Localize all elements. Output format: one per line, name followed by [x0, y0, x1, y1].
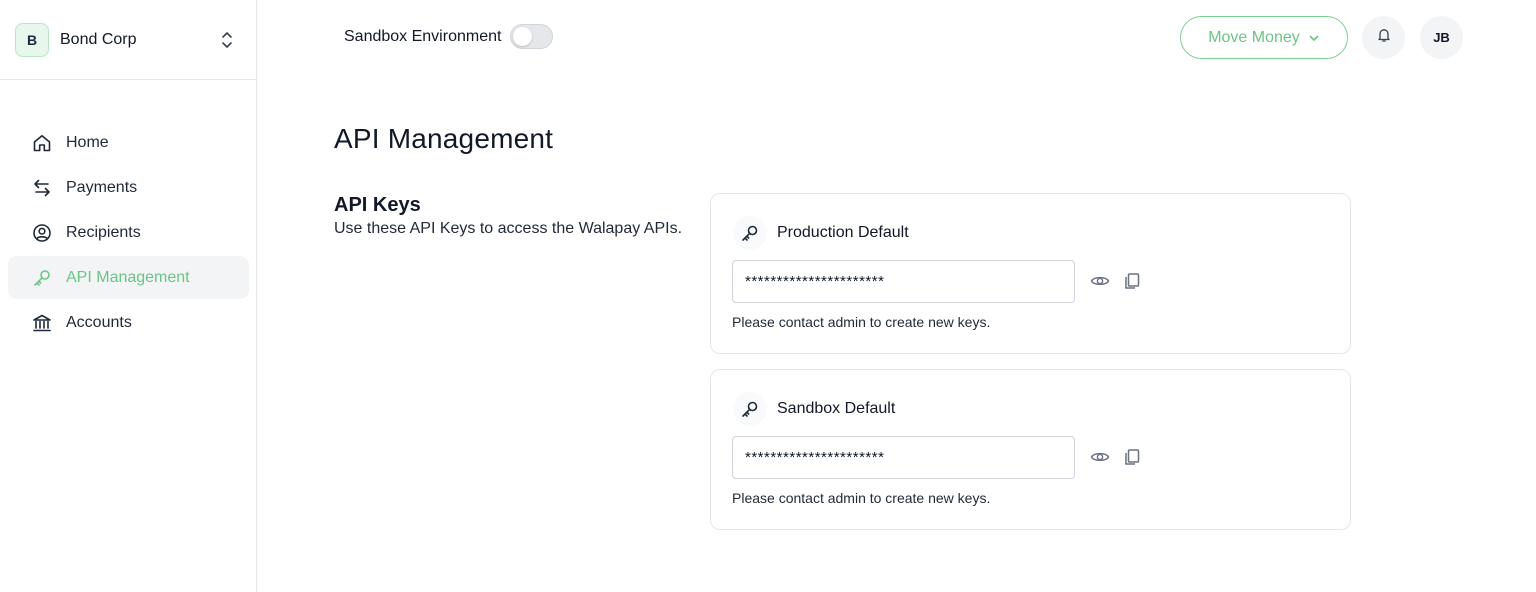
key-actions: [1089, 446, 1153, 468]
sidebar-item-home[interactable]: Home: [8, 121, 249, 164]
key-name: Sandbox Default: [777, 400, 896, 417]
sidebar-item-label: Recipients: [66, 223, 141, 241]
key-icon: [733, 216, 767, 250]
key-icon: [733, 392, 767, 426]
bank-icon: [31, 312, 53, 334]
key-card-header: Production Default: [733, 216, 909, 250]
sidebar-item-accounts[interactable]: Accounts: [8, 301, 249, 344]
transfer-arrows-icon: [31, 177, 53, 199]
sidebar-item-recipients[interactable]: Recipients: [8, 211, 249, 254]
api-key-field[interactable]: [732, 436, 1075, 479]
home-icon: [31, 132, 53, 154]
org-switcher[interactable]: B Bond Corp: [0, 0, 256, 80]
copy-icon[interactable]: [1121, 446, 1143, 468]
api-key-field[interactable]: [732, 260, 1075, 303]
copy-icon[interactable]: [1121, 270, 1143, 292]
section-description: Use these API Keys to access the Walapay…: [334, 220, 683, 237]
user-avatar[interactable]: JB: [1420, 16, 1463, 59]
key-name: Production Default: [777, 224, 909, 241]
notifications-button[interactable]: [1362, 16, 1405, 59]
chevron-down-icon: [1308, 32, 1320, 44]
page-title: API Management: [334, 123, 554, 154]
eye-icon[interactable]: [1089, 270, 1111, 292]
user-circle-icon: [31, 222, 53, 244]
sidebar: B Bond Corp Home Payments Recipients API…: [0, 0, 257, 592]
key-actions: [1089, 270, 1153, 292]
toggle-knob: [513, 27, 533, 46]
move-money-label: Move Money: [1208, 28, 1300, 46]
sidebar-item-label: Payments: [66, 178, 138, 196]
api-key-card: Production Default Please contact admin …: [710, 193, 1351, 354]
org-avatar: B: [15, 22, 49, 57]
key-icon: [31, 267, 53, 289]
org-name: Bond Corp: [60, 30, 137, 48]
move-money-button[interactable]: Move Money: [1180, 16, 1348, 59]
sandbox-label: Sandbox Environment: [344, 27, 502, 45]
api-key-card: Sandbox Default Please contact admin to …: [710, 369, 1351, 530]
key-card-header: Sandbox Default: [733, 392, 895, 426]
eye-icon[interactable]: [1089, 446, 1111, 468]
key-note: Please contact admin to create new keys.: [732, 314, 991, 330]
sidebar-nav: Home Payments Recipients API Management …: [8, 121, 249, 346]
top-bar: Sandbox Environment Move Money JB: [257, 0, 1536, 76]
sidebar-item-payments[interactable]: Payments: [8, 166, 249, 209]
sidebar-item-api-management[interactable]: API Management: [8, 256, 249, 299]
key-note: Please contact admin to create new keys.: [732, 490, 991, 506]
sidebar-item-label: API Management: [66, 268, 190, 286]
sidebar-item-label: Accounts: [66, 313, 132, 331]
sidebar-item-label: Home: [66, 133, 109, 151]
sandbox-toggle[interactable]: [510, 24, 554, 49]
chevron-up-down-icon[interactable]: [217, 28, 237, 52]
sandbox-environment-control: Sandbox Environment: [344, 24, 554, 49]
bell-icon: [1376, 27, 1392, 48]
section-title: API Keys: [334, 194, 421, 216]
